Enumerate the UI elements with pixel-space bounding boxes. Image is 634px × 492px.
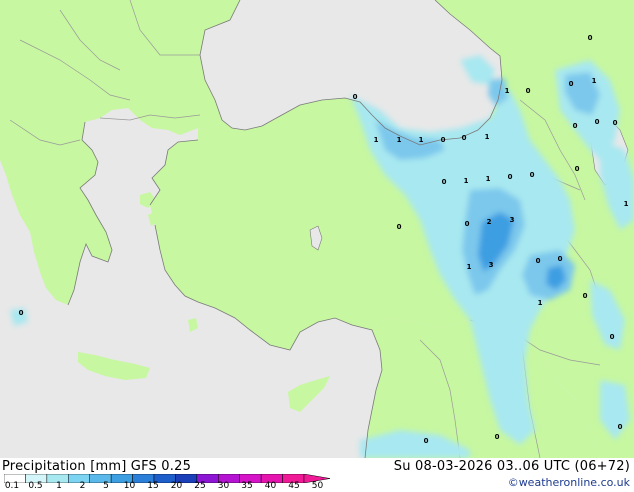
precip-value-label: 0 bbox=[569, 80, 574, 88]
precip-value-label: 0 bbox=[618, 423, 623, 431]
precip-value-label: 0 bbox=[441, 136, 446, 144]
precip-value-label: 0 bbox=[613, 119, 618, 127]
precip-value-label: 0 bbox=[353, 93, 358, 101]
precip-value-label: 1 bbox=[419, 136, 424, 144]
precip-value-label: 1 bbox=[592, 77, 597, 85]
precip-value-label: 3 bbox=[489, 261, 494, 269]
precip-value-label: 0 bbox=[573, 122, 578, 130]
precip-value-label: 0 bbox=[595, 118, 600, 126]
precip-value-label: 0 bbox=[508, 173, 513, 181]
precip-value-label: 0 bbox=[536, 257, 541, 265]
precip-value-label: 0 bbox=[424, 437, 429, 445]
precip-value-label: 1 bbox=[397, 136, 402, 144]
precip-value-label: 1 bbox=[505, 87, 510, 95]
legend-labels: 0.1 0.5 1 2 5 10 15 20 25 30 35 40 45 50 bbox=[0, 482, 340, 492]
precip-value-label: 0 bbox=[610, 333, 615, 341]
valid-time: Su 08-03-2026 03..06 UTC (06+72) bbox=[393, 459, 630, 474]
precip-value-label: 1 bbox=[486, 175, 491, 183]
precip-value-label: 1 bbox=[374, 136, 379, 144]
precip-value-label: 0 bbox=[530, 171, 535, 179]
precip-value-label: 0 bbox=[526, 87, 531, 95]
precip-value-label: 0 bbox=[465, 220, 470, 228]
footer: Precipitation [mm] GFS 0.25 Su 08-03-202… bbox=[0, 458, 634, 492]
precipitation-map: 0 1 0 0 1 0 0 0 0 1 1 1 0 0 1 0 0 1 1 0 0 0 0 2 3 1 1 3 0 0 1 0 0 0 0 0 0 bbox=[0, 0, 634, 458]
precip-value-label: 1 bbox=[538, 299, 543, 307]
precip-value-label: 1 bbox=[467, 263, 472, 271]
precip-value-label: 0 bbox=[575, 165, 580, 173]
precip-value-label: 0 bbox=[19, 309, 24, 317]
credit-link[interactable]: ©weatheronline.co.uk bbox=[508, 476, 630, 489]
map-title: Precipitation [mm] GFS 0.25 bbox=[2, 459, 192, 474]
precip-value-label: 1 bbox=[464, 177, 469, 185]
precip-value-label: 0 bbox=[462, 134, 467, 142]
precip-value-label: 0 bbox=[558, 255, 563, 263]
precip-value-label: 1 bbox=[624, 200, 629, 208]
precip-value-label: 3 bbox=[510, 216, 515, 224]
precip-value-label: 0 bbox=[397, 223, 402, 231]
precip-value-label: 0 bbox=[588, 34, 593, 42]
precip-value-label: 2 bbox=[487, 218, 492, 226]
precip-value-label: 0 bbox=[583, 292, 588, 300]
precip-value-label: 0 bbox=[442, 178, 447, 186]
precip-value-label: 1 bbox=[485, 133, 490, 141]
precip-value-label: 0 bbox=[495, 433, 500, 441]
